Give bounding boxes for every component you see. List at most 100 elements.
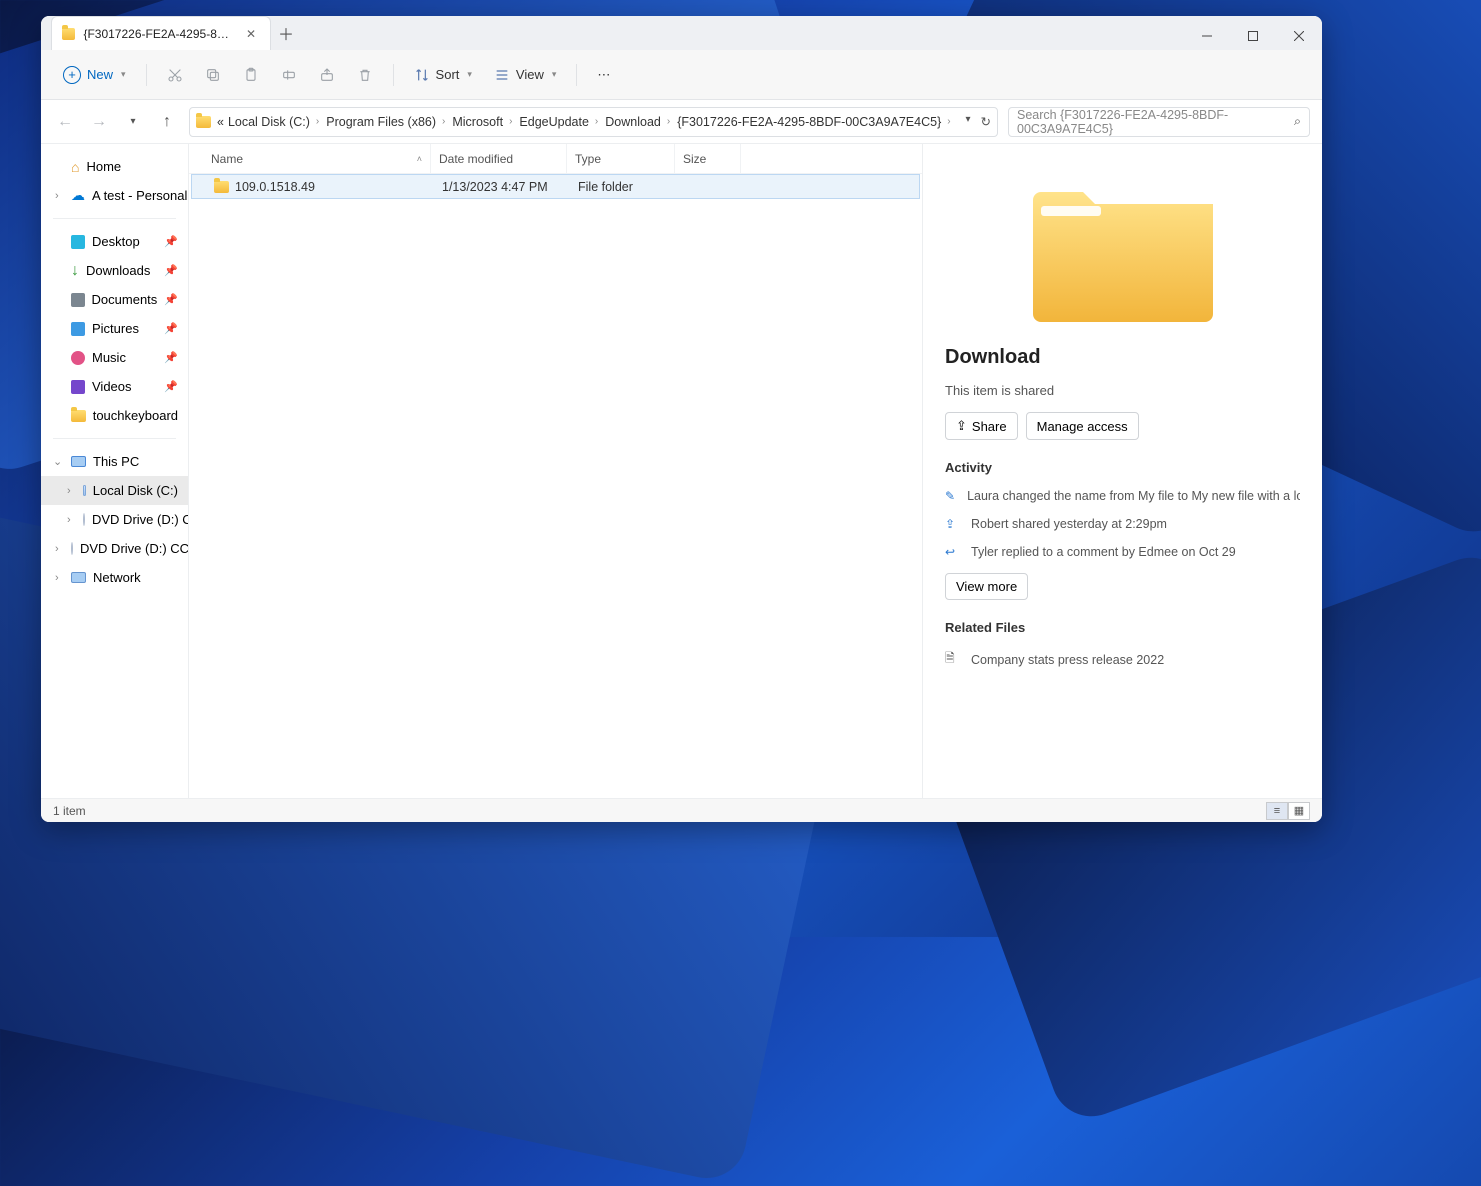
sidebar-item-drive-d2[interactable]: DVD Drive (D:) CCC [41,534,188,563]
status-bar: 1 item ≡ ▦ [41,798,1322,822]
crumb-item[interactable]: {F3017226-FE2A-4295-8BDF-00C3A9A7E4C5}› [675,115,955,129]
file-list: Name˄ Date modified Type Size 109.0.1518… [189,144,922,798]
file-icon: 🗎 [945,649,959,670]
pictures-icon [71,322,85,336]
activity-item: ⇪Robert shared yesterday at 2:29pm [945,517,1300,531]
paste-button[interactable] [235,61,267,89]
share-button[interactable]: ⇪Share [945,412,1018,440]
close-button[interactable] [1276,22,1322,50]
thispc-icon [71,456,86,467]
related-file-item[interactable]: 🗎Company stats press release 2022 [945,649,1300,670]
pin-icon: 📌 [164,322,178,335]
crumb-item[interactable]: Download› [603,115,675,129]
crumb-item[interactable]: EdgeUpdate› [517,115,603,129]
maximize-button[interactable] [1230,22,1276,50]
view-more-button[interactable]: View more [945,573,1028,600]
sidebar-item-downloads[interactable]: ↓Downloads📌 [41,256,188,285]
home-icon: ⌂ [71,159,79,175]
tab-title: {F3017226-FE2A-4295-8BDF-0 [83,27,234,41]
sidebar-item-network[interactable]: Network [41,563,188,592]
address-dropdown-icon[interactable]: ▾ [965,114,970,129]
forward-button[interactable]: → [87,110,111,134]
pin-icon: 📌 [164,264,178,277]
sidebar-item-drive-d1[interactable]: ›DVD Drive (D:) CC [41,505,188,534]
delete-button[interactable] [349,61,381,89]
column-headers: Name˄ Date modified Type Size [189,144,922,174]
share-button[interactable] [311,61,343,89]
manage-access-button[interactable]: Manage access [1026,412,1139,440]
window-controls [1184,22,1322,50]
share-icon: ⇪ [956,418,967,434]
sidebar-item-pictures[interactable]: Pictures📌 [41,314,188,343]
table-row[interactable]: 109.0.1518.49 1/13/2023 4:47 PM File fol… [191,174,920,199]
details-view-toggle[interactable]: ≡ [1266,802,1288,820]
up-button[interactable]: ↑ [155,110,179,134]
new-button[interactable]: + New ▾ [55,60,134,90]
activity-heading: Activity [945,460,1300,475]
sidebar-item-thispc[interactable]: This PC [41,447,188,476]
sidebar-item-personal[interactable]: ☁ A test - Personal [41,181,188,210]
recent-dropdown[interactable]: ▾ [121,110,145,134]
view-button[interactable]: View ▾ [486,61,564,89]
pin-icon: 📌 [164,380,178,393]
sidebar-item-documents[interactable]: Documents📌 [41,285,188,314]
network-icon [71,572,86,583]
view-toggle: ≡ ▦ [1266,802,1310,820]
search-placeholder: Search {F3017226-FE2A-4295-8BDF-00C3A9A7… [1017,108,1294,136]
videos-icon [71,380,85,394]
more-button[interactable]: ⋯ [589,61,618,89]
sidebar-item-drive-c[interactable]: ›Local Disk (C:) [41,476,188,505]
sidebar-item-music[interactable]: Music📌 [41,343,188,372]
sidebar-item-desktop[interactable]: Desktop📌 [41,227,188,256]
column-date[interactable]: Date modified [431,144,567,173]
add-tab-button[interactable]: ＋ [271,16,301,50]
file-explorer-window: {F3017226-FE2A-4295-8BDF-0 ✕ ＋ + New ▾ S… [41,16,1322,822]
refresh-button[interactable]: ↻ [981,114,991,129]
body: ⌂ Home ☁ A test - Personal Desktop📌 ↓Dow… [41,144,1322,798]
cell-date: 1/13/2023 4:47 PM [434,180,570,194]
tabs: {F3017226-FE2A-4295-8BDF-0 ✕ ＋ [41,16,1184,50]
sidebar-item-home[interactable]: ⌂ Home [41,152,188,181]
rename-button[interactable] [273,61,305,89]
folder-large-icon [1013,162,1233,332]
sidebar-item-videos[interactable]: Videos📌 [41,372,188,401]
reply-icon: ↩ [945,545,959,559]
chevron-down-icon: ▾ [121,69,126,80]
navigation-pane: ⌂ Home ☁ A test - Personal Desktop📌 ↓Dow… [41,144,189,798]
sort-button[interactable]: Sort ▾ [406,61,480,89]
search-input[interactable]: Search {F3017226-FE2A-4295-8BDF-00C3A9A7… [1008,107,1310,137]
close-tab-icon[interactable]: ✕ [242,25,260,43]
titlebar: {F3017226-FE2A-4295-8BDF-0 ✕ ＋ [41,16,1322,50]
crumb-item[interactable]: Microsoft› [450,115,517,129]
details-shared-text: This item is shared [945,383,1300,398]
icons-view-toggle[interactable]: ▦ [1288,802,1310,820]
view-icon [494,67,510,83]
disc-icon [71,542,73,555]
downloads-icon: ↓ [71,262,79,280]
crumb-item[interactable]: Local Disk (C:)› [226,115,324,129]
crumb-item[interactable]: Program Files (x86)› [324,115,450,129]
tab-current[interactable]: {F3017226-FE2A-4295-8BDF-0 ✕ [51,16,271,50]
sidebar-item-touchkeyboard[interactable]: touchkeyboard [41,401,188,430]
column-size[interactable]: Size [675,144,741,173]
chevron-down-icon: ▾ [552,69,557,80]
cut-button[interactable] [159,61,191,89]
copy-button[interactable] [197,61,229,89]
music-icon [71,351,85,365]
minimize-button[interactable] [1184,22,1230,50]
crumb-prefix: « [215,115,226,129]
search-icon[interactable]: ⌕ [1294,114,1301,129]
column-type[interactable]: Type [567,144,675,173]
address-bar[interactable]: « Local Disk (C:)› Program Files (x86)› … [189,107,998,137]
view-label: View [516,67,544,82]
column-name[interactable]: Name˄ [203,144,431,173]
back-button[interactable]: ← [53,110,77,134]
details-title: Download [945,346,1300,369]
activity-item: ↩Tyler replied to a comment by Edmee on … [945,545,1300,559]
pin-icon: 📌 [164,293,178,306]
pin-icon: 📌 [164,351,178,364]
sort-icon [414,67,430,83]
drive-icon [83,485,86,496]
share-icon: ⇪ [945,517,959,531]
cell-name: 109.0.1518.49 [235,180,315,194]
